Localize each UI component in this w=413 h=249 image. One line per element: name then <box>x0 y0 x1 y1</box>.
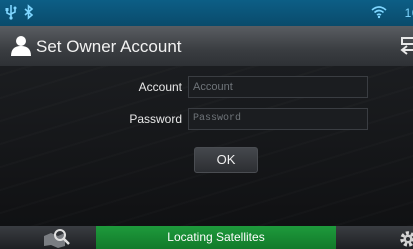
account-label: Account <box>138 80 182 94</box>
status-bar: 10 <box>0 0 413 26</box>
screen: 10 Set Owner Account Account Account Pas… <box>0 0 413 249</box>
title-bar: Set Owner Account <box>0 26 413 67</box>
usb-icon <box>4 4 18 25</box>
clock: 10 <box>404 6 413 20</box>
map-search-icon[interactable] <box>42 228 72 249</box>
locating-status: Locating Satellites <box>96 226 336 249</box>
person-icon <box>10 34 32 61</box>
ok-button[interactable]: OK <box>194 147 258 173</box>
password-field[interactable]: Password <box>188 108 368 130</box>
bluetooth-icon <box>22 4 36 25</box>
page-title: Set Owner Account <box>36 37 182 56</box>
password-label: Password <box>129 112 182 126</box>
gear-icon[interactable] <box>398 229 413 249</box>
back-icon[interactable] <box>399 34 413 61</box>
wifi-icon <box>371 5 387 24</box>
account-field[interactable]: Account <box>188 76 368 98</box>
